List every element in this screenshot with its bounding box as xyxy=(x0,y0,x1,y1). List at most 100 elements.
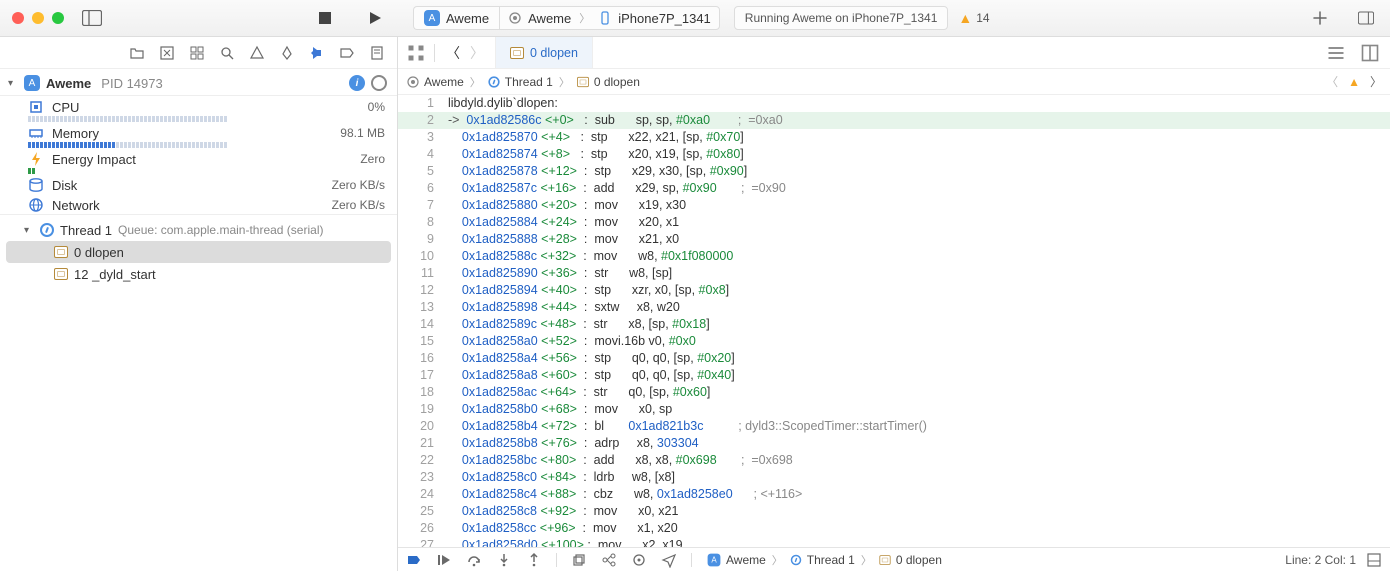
warnings-count: 14 xyxy=(976,11,989,25)
nav-find-icon[interactable] xyxy=(219,45,235,61)
info-badge-icon[interactable]: i xyxy=(349,75,365,91)
code-line[interactable]: 4 0x1ad825874 <+8> : stp x20, x19, [sp, … xyxy=(398,146,1390,163)
thread-tree: ▾ Thread 1 Queue: com.apple.main-thread … xyxy=(0,215,397,285)
code-line[interactable]: 17 0x1ad8258a8 <+60> : stp q0, q0, [sp, … xyxy=(398,367,1390,384)
nav-test-icon[interactable] xyxy=(279,45,295,61)
nav-back-button[interactable]: 〈 xyxy=(443,43,463,63)
gauge-row-cpu[interactable]: CPU0% xyxy=(0,96,397,116)
related-items-icon[interactable] xyxy=(406,43,426,63)
code-line[interactable]: 25 0x1ad8258c8 <+92> : mov x0, x21 xyxy=(398,503,1390,520)
run-destination[interactable]: Aweme 〉 iPhone7P_1341 xyxy=(499,6,720,30)
code-line[interactable]: 6 0x1ad82587c <+16> : add x29, sp, #0x90… xyxy=(398,180,1390,197)
nav-breakpoint-icon[interactable] xyxy=(339,45,355,61)
code-line[interactable]: 2-> 0x1ad82586c <+0> : sub sp, sp, #0xa0… xyxy=(398,112,1390,129)
code-line[interactable]: 10 0x1ad82588c <+32> : mov w8, #0x1f0800… xyxy=(398,248,1390,265)
stack-frame-row[interactable]: 12 _dyld_start xyxy=(0,263,397,285)
scheme-selector[interactable]: A Aweme xyxy=(413,6,499,30)
code-line[interactable]: 18 0x1ad8258ac <+64> : str q0, [sp, #0x6… xyxy=(398,384,1390,401)
next-issue-icon[interactable]: 〉 xyxy=(1370,73,1382,90)
step-over-icon[interactable] xyxy=(466,552,482,568)
target-scheme-icon xyxy=(508,11,522,25)
jump-seg-0[interactable]: Aweme xyxy=(424,75,464,89)
code-line[interactable]: 7 0x1ad825880 <+20> : mov x19, x30 xyxy=(398,197,1390,214)
code-line[interactable]: 14 0x1ad82589c <+48> : str x8, [sp, #0x1… xyxy=(398,316,1390,333)
process-header[interactable]: ▾ A Aweme PID 14973 i xyxy=(0,69,397,96)
target-icon xyxy=(406,75,420,89)
add-editor-button[interactable] xyxy=(1312,10,1328,26)
debug-memory-graph-icon[interactable] xyxy=(601,552,617,568)
close-window-button[interactable] xyxy=(12,12,24,24)
toggle-variables-view-icon[interactable] xyxy=(1366,552,1382,568)
step-out-icon[interactable] xyxy=(526,552,542,568)
toggle-inspector-icon[interactable] xyxy=(1358,10,1374,26)
nav-symbol-icon[interactable] xyxy=(189,45,205,61)
warning-icon[interactable]: ▲ xyxy=(1348,75,1360,89)
code-line[interactable]: 3 0x1ad825870 <+4> : stp x22, x21, [sp, … xyxy=(398,129,1390,146)
zoom-window-button[interactable] xyxy=(52,12,64,24)
crumb-0: Aweme xyxy=(726,553,766,567)
debug-view-hierarchy-icon[interactable] xyxy=(571,552,587,568)
code-line[interactable]: 8 0x1ad825884 <+24> : mov x20, x1 xyxy=(398,214,1390,231)
frame-icon xyxy=(54,268,68,280)
stop-button[interactable] xyxy=(317,10,333,26)
process-pid: PID 14973 xyxy=(101,76,162,91)
code-line[interactable]: 27 0x1ad8258d0 <+100> : mov x2, x19 xyxy=(398,537,1390,547)
step-into-icon[interactable] xyxy=(496,552,512,568)
jump-seg-1[interactable]: Thread 1 xyxy=(505,75,553,89)
toggle-navigator-icon[interactable] xyxy=(82,10,102,26)
disclosure-triangle-icon[interactable]: ▾ xyxy=(8,78,18,89)
code-line[interactable]: 11 0x1ad825890 <+36> : str w8, [sp] xyxy=(398,265,1390,282)
debug-breadcrumb[interactable]: A Aweme 〉 Thread 1 〉 0 dlopen xyxy=(706,552,942,568)
disassembly-view[interactable]: Thread 1: breakpoint 17.2 (1) ≡ 1libdyld… xyxy=(398,95,1390,547)
nav-report-icon[interactable] xyxy=(369,45,385,61)
gauge-row-disk[interactable]: DiskZero KB/s xyxy=(0,174,397,194)
code-line[interactable]: 23 0x1ad8258c0 <+84> : ldrb w8, [x8] xyxy=(398,469,1390,486)
code-line[interactable]: 21 0x1ad8258b8 <+76> : adrp x8, 303304 xyxy=(398,435,1390,452)
editor-tab[interactable]: 0 dlopen xyxy=(495,37,593,68)
continue-icon[interactable] xyxy=(436,552,452,568)
environment-overrides-icon[interactable] xyxy=(631,552,647,568)
gauge-name: CPU xyxy=(52,100,360,115)
gauge-name: Memory xyxy=(52,126,332,141)
disclosure-triangle-icon[interactable]: ▾ xyxy=(24,225,34,236)
code-line[interactable]: 26 0x1ad8258cc <+96> : mov x1, x20 xyxy=(398,520,1390,537)
gauge-row-memory[interactable]: Memory98.1 MB xyxy=(0,122,397,142)
nav-source-control-icon[interactable] xyxy=(159,45,175,61)
tab-label: 0 dlopen xyxy=(530,46,578,60)
prev-issue-icon[interactable]: 〈 xyxy=(1326,73,1338,90)
nav-issue-icon[interactable] xyxy=(249,45,265,61)
code-line[interactable]: 12 0x1ad825894 <+40> : stp xzr, x0, [sp,… xyxy=(398,282,1390,299)
thread-row[interactable]: ▾ Thread 1 Queue: com.apple.main-thread … xyxy=(0,219,397,241)
code-line[interactable]: 5 0x1ad825878 <+12> : stp x29, x30, [sp,… xyxy=(398,163,1390,180)
crumb-1: Thread 1 xyxy=(807,553,855,567)
code-line[interactable]: 22 0x1ad8258bc <+80> : add x8, x8, #0x69… xyxy=(398,452,1390,469)
nav-debug-icon[interactable] xyxy=(309,45,325,61)
editor-layout-icon[interactable] xyxy=(1360,43,1380,63)
code-line[interactable]: 16 0x1ad8258a4 <+56> : stp q0, q0, [sp, … xyxy=(398,350,1390,367)
nav-forward-button[interactable]: 〉 xyxy=(467,43,487,63)
profile-badge-icon[interactable] xyxy=(371,75,387,91)
code-line[interactable]: 9 0x1ad825888 <+28> : mov x21, x0 xyxy=(398,231,1390,248)
jump-bar[interactable]: Aweme 〉 Thread 1 〉 0 dlopen 〈 ▲ 〉 xyxy=(398,69,1390,95)
gauge-row-energy[interactable]: Energy ImpactZero xyxy=(0,148,397,168)
warnings-badge[interactable]: ▲ 14 xyxy=(958,10,989,26)
debug-navigator: ▾ A Aweme PID 14973 i CPU0% Memory98.1 MB… xyxy=(0,37,398,571)
run-button[interactable] xyxy=(367,10,383,26)
frame-icon xyxy=(510,47,524,59)
code-line[interactable]: 20 0x1ad8258b4 <+72> : bl 0x1ad821b3c ; … xyxy=(398,418,1390,435)
code-line[interactable]: 19 0x1ad8258b0 <+68> : mov x0, sp xyxy=(398,401,1390,418)
stack-frame-row[interactable]: 0 dlopen xyxy=(6,241,391,263)
nav-folder-icon[interactable] xyxy=(129,45,145,61)
gauge-row-network[interactable]: NetworkZero KB/s xyxy=(0,194,397,214)
gauge-name: Energy Impact xyxy=(52,152,352,167)
toggle-breakpoints-icon[interactable] xyxy=(406,552,422,568)
code-line[interactable]: 15 0x1ad8258a0 <+52> : movi.16b v0, #0x0 xyxy=(398,333,1390,350)
code-line[interactable]: 24 0x1ad8258c4 <+88> : cbz w8, 0x1ad8258… xyxy=(398,486,1390,503)
code-line[interactable]: 13 0x1ad825898 <+44> : sxtw x8, w20 xyxy=(398,299,1390,316)
process-app-icon: A xyxy=(24,75,40,91)
simulate-location-icon[interactable] xyxy=(661,552,677,568)
cursor-position: Line: 2 Col: 1 xyxy=(1285,553,1356,567)
jump-seg-2[interactable]: 0 dlopen xyxy=(594,75,640,89)
editor-list-icon[interactable] xyxy=(1326,43,1346,63)
minimize-window-button[interactable] xyxy=(32,12,44,24)
